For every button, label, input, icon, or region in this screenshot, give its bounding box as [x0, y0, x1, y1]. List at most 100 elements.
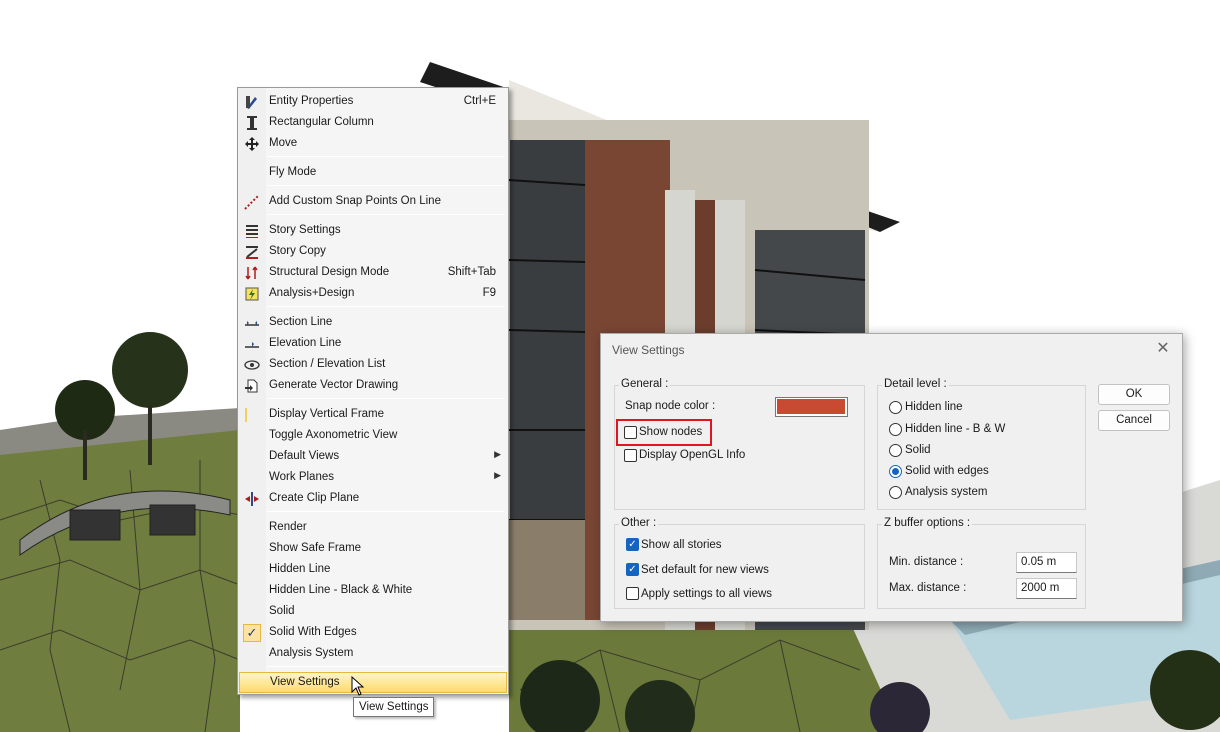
menu-item-move[interactable]: Move	[240, 133, 506, 154]
close-icon[interactable]: ✕	[1154, 340, 1172, 358]
menu-item-label: Fly Mode	[269, 166, 317, 178]
display-opengl-info-label: Display OpenGL Info	[639, 449, 746, 461]
menu-item-label: Hidden Line	[269, 563, 331, 575]
menu-item-story-settings[interactable]: Story Settings	[240, 220, 506, 241]
menu-item-label: Story Copy	[269, 245, 326, 257]
menu-separator	[267, 666, 505, 667]
menu-item-display-vertical-frame[interactable]: Display Vertical Frame	[240, 404, 506, 425]
detail-level-group: Detail level : Hidden line Hidden line -…	[877, 378, 1086, 510]
menu-item-label: Rectangular Column	[269, 116, 374, 128]
radio-hidden-line[interactable]	[889, 401, 902, 414]
structural-design-icon	[240, 262, 264, 283]
story-copy-icon	[240, 241, 264, 262]
menu-item-generate-vector-drawing[interactable]: Generate Vector Drawing	[240, 375, 506, 396]
menu-item-structural-design-mode[interactable]: Structural Design Mode Shift+Tab	[240, 262, 506, 283]
max-distance-input[interactable]: 2000 m	[1016, 578, 1077, 599]
menu-separator	[267, 398, 505, 399]
menu-item-story-copy[interactable]: Story Copy	[240, 241, 506, 262]
vector-drawing-icon	[240, 375, 264, 396]
eye-icon	[240, 354, 264, 375]
menu-item-show-safe-frame[interactable]: Show Safe Frame	[240, 538, 506, 559]
cancel-button[interactable]: Cancel	[1098, 410, 1170, 431]
move-icon	[240, 133, 264, 154]
menu-item-hidden-line[interactable]: Hidden Line	[240, 559, 506, 580]
menu-item-label: Solid With Edges	[269, 626, 357, 638]
highlight-box	[616, 419, 712, 446]
min-distance-label: Min. distance :	[889, 556, 964, 568]
submenu-arrow-icon: ▶	[494, 449, 501, 459]
snap-node-color-label: Snap node color :	[625, 400, 716, 412]
menu-item-analysis-system[interactable]: Analysis System	[240, 643, 506, 664]
menu-item-label: Section / Elevation List	[269, 358, 386, 370]
analysis-design-icon	[240, 283, 264, 304]
menu-item-section-elevation-list[interactable]: Section / Elevation List	[240, 354, 506, 375]
menu-item-label: Show Safe Frame	[269, 542, 362, 554]
view-settings-dialog: View Settings ✕ General : Snap node colo…	[600, 333, 1183, 622]
radio-solid-with-edges[interactable]	[889, 465, 902, 478]
radio-hidden-line-bw[interactable]	[889, 423, 902, 436]
color-swatch	[777, 399, 845, 414]
dialog-title: View Settings	[612, 343, 685, 357]
menu-item-rectangular-column[interactable]: Rectangular Column	[240, 112, 506, 133]
checkmark-icon: ✓	[243, 623, 261, 642]
menu-item-label: Analysis+Design	[269, 287, 355, 299]
menu-item-entity-properties[interactable]: Entity Properties Ctrl+E	[240, 91, 506, 112]
max-distance-label: Max. distance :	[889, 582, 967, 594]
menu-item-default-views[interactable]: Default Views ▶	[240, 446, 506, 467]
menu-item-analysis-design[interactable]: Analysis+Design F9	[240, 283, 506, 304]
radio-analysis-system-label: Analysis system	[905, 486, 988, 498]
menu-item-render[interactable]: Render	[240, 517, 506, 538]
menu-item-shortcut: Ctrl+E	[463, 95, 496, 107]
menu-item-work-planes[interactable]: Work Planes ▶	[240, 467, 506, 488]
menu-item-solid[interactable]: Solid	[240, 601, 506, 622]
menu-item-add-custom-snap-points[interactable]: Add Custom Snap Points On Line	[240, 191, 506, 212]
snap-node-color-picker[interactable]	[775, 397, 848, 417]
menu-item-label: Solid	[269, 605, 295, 617]
show-all-stories-label: Show all stories	[641, 539, 722, 551]
menu-item-label: Story Settings	[269, 224, 341, 236]
menu-item-label: Hidden Line - Black & White	[269, 584, 413, 596]
set-default-label: Set default for new views	[641, 564, 769, 576]
menu-item-label: Create Clip Plane	[269, 492, 360, 504]
menu-item-label: Entity Properties	[269, 95, 354, 107]
menu-item-label: Toggle Axonometric View	[269, 429, 398, 441]
min-distance-input[interactable]: 0.05 m	[1016, 552, 1077, 573]
entity-properties-icon	[240, 91, 264, 112]
radio-analysis-system[interactable]	[889, 486, 902, 499]
menu-item-shortcut: Shift+Tab	[447, 266, 496, 278]
menu-separator	[267, 156, 505, 157]
other-group-title: Other :	[619, 517, 659, 529]
menu-item-view-settings[interactable]: View Settings	[239, 672, 507, 693]
display-opengl-info-checkbox[interactable]	[624, 449, 637, 462]
show-all-stories-checkbox[interactable]: ✓	[626, 538, 639, 551]
menu-separator	[267, 214, 505, 215]
menu-item-label: Structural Design Mode	[269, 266, 390, 278]
menu-item-fly-mode[interactable]: Fly Mode	[240, 162, 506, 183]
section-line-icon	[240, 312, 264, 333]
radio-solid-with-edges-label: Solid with edges	[905, 465, 989, 477]
apply-all-views-checkbox[interactable]	[626, 587, 639, 600]
menu-item-section-line[interactable]: Section Line	[240, 312, 506, 333]
column-icon	[240, 112, 264, 133]
menu-item-label: Elevation Line	[269, 337, 342, 349]
menu-item-toggle-axonometric-view[interactable]: Toggle Axonometric View	[240, 425, 506, 446]
menu-item-solid-with-edges[interactable]: ✓ Solid With Edges	[240, 622, 506, 643]
menu-item-label: Render	[269, 521, 307, 533]
menu-item-label: Section Line	[269, 316, 333, 328]
menu-item-elevation-line[interactable]: Elevation Line	[240, 333, 506, 354]
menu-item-label: Default Views	[269, 450, 340, 462]
radio-solid[interactable]	[889, 444, 902, 457]
menu-item-label: Move	[269, 137, 298, 149]
menu-item-hidden-line-bw[interactable]: Hidden Line - Black & White	[240, 580, 506, 601]
general-group-title: General :	[619, 378, 671, 390]
ok-button[interactable]: OK	[1098, 384, 1170, 405]
tooltip: View Settings	[353, 697, 435, 717]
z-buffer-group: Z buffer options : Min. distance : 0.05 …	[877, 517, 1086, 609]
radio-hidden-line-label: Hidden line	[905, 401, 963, 413]
menu-separator	[267, 306, 505, 307]
set-default-checkbox[interactable]: ✓	[626, 563, 639, 576]
menu-item-shortcut: F9	[482, 287, 496, 299]
menu-item-create-clip-plane[interactable]: Create Clip Plane	[240, 488, 506, 509]
apply-all-views-label: Apply settings to all views	[641, 588, 773, 600]
mouse-cursor-icon	[351, 676, 365, 696]
